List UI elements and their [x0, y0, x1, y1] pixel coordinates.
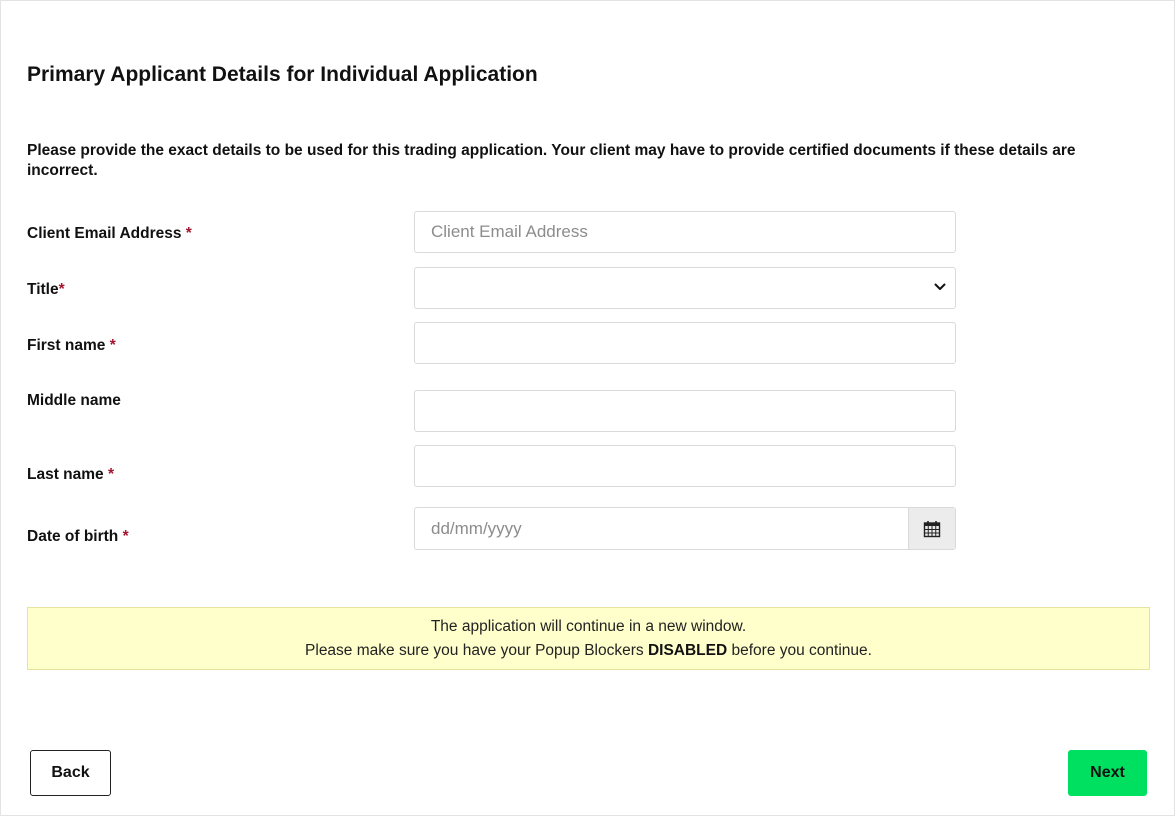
dob-label-text: Date of birth	[27, 528, 119, 545]
intro-text: Please provide the exact details to be u…	[27, 142, 1076, 179]
required-mark: *	[58, 281, 65, 298]
middle-name-label-text: Middle name	[27, 392, 121, 409]
first-name-label-text: First name	[27, 337, 106, 354]
required-mark: *	[185, 225, 192, 242]
dob-input[interactable]	[415, 508, 909, 549]
dob-field	[414, 507, 956, 550]
first-name-label: First name *	[27, 337, 116, 355]
back-button[interactable]: Back	[30, 750, 111, 796]
notice-disabled-text: DISABLED	[647, 642, 728, 659]
last-name-input[interactable]	[414, 445, 956, 487]
page-title: Primary Applicant Details for Individual…	[27, 63, 538, 86]
notice-line-2-post: before you continue.	[731, 642, 872, 659]
calendar-button[interactable]	[908, 508, 955, 549]
title-label-text: Title	[27, 281, 59, 298]
email-input[interactable]	[414, 211, 956, 253]
last-name-label-text: Last name	[27, 466, 104, 483]
notice-line-2-pre: Please make sure you have your Popup Blo…	[305, 642, 644, 659]
title-label: Title*	[27, 281, 65, 299]
middle-name-input[interactable]	[414, 390, 956, 432]
calendar-icon	[923, 520, 941, 537]
email-label-text: Client Email Address	[27, 225, 182, 242]
last-name-label: Last name *	[27, 466, 114, 484]
first-name-input[interactable]	[414, 322, 956, 364]
middle-name-label: Middle name	[27, 392, 121, 410]
required-mark: *	[122, 528, 129, 545]
notice-line-1: The application will continue in a new w…	[430, 618, 747, 635]
email-label: Client Email Address *	[27, 225, 192, 243]
application-form-page: Primary Applicant Details for Individual…	[0, 0, 1175, 816]
dob-label: Date of birth *	[27, 528, 129, 546]
required-mark: *	[107, 466, 115, 483]
title-select[interactable]	[414, 267, 956, 309]
popup-blocker-notice: The application will continue in a new w…	[27, 607, 1150, 670]
notice-line-2: Please make sure you have your Popup Blo…	[28, 639, 1149, 663]
required-mark: *	[109, 337, 116, 354]
next-button[interactable]: Next	[1068, 750, 1147, 796]
chevron-down-icon	[934, 283, 946, 290]
